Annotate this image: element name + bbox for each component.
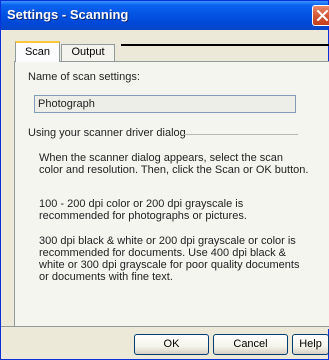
tab-output[interactable]: Output xyxy=(61,44,115,61)
document-recommendation-paragraph: 300 dpi black & white or 200 dpi graysca… xyxy=(39,235,300,283)
tab-strip-line xyxy=(121,44,329,46)
group-divider xyxy=(184,134,298,135)
help-button[interactable]: Help xyxy=(292,334,329,355)
scan-settings-name-field[interactable]: Photograph xyxy=(34,95,296,113)
window-title: Settings - Scanning xyxy=(7,7,129,22)
button-bar-divider xyxy=(1,326,329,329)
close-button[interactable] xyxy=(312,5,329,26)
tab-scan[interactable]: Scan xyxy=(15,41,60,62)
group-heading: Using your scanner driver dialog xyxy=(28,127,186,139)
ok-button[interactable]: OK xyxy=(134,334,209,355)
instructions-paragraph: When the scanner dialog appears, select … xyxy=(39,152,309,176)
settings-dialog: Settings - Scanning Scan Output Name of … xyxy=(0,0,329,360)
close-icon xyxy=(317,10,328,21)
title-bar[interactable]: Settings - Scanning xyxy=(1,1,329,30)
scan-settings-name-label: Name of scan settings: xyxy=(28,71,140,83)
cancel-button[interactable]: Cancel xyxy=(213,334,288,355)
photo-recommendation-paragraph: 100 - 200 dpi color or 200 dpi grayscale… xyxy=(39,198,247,222)
